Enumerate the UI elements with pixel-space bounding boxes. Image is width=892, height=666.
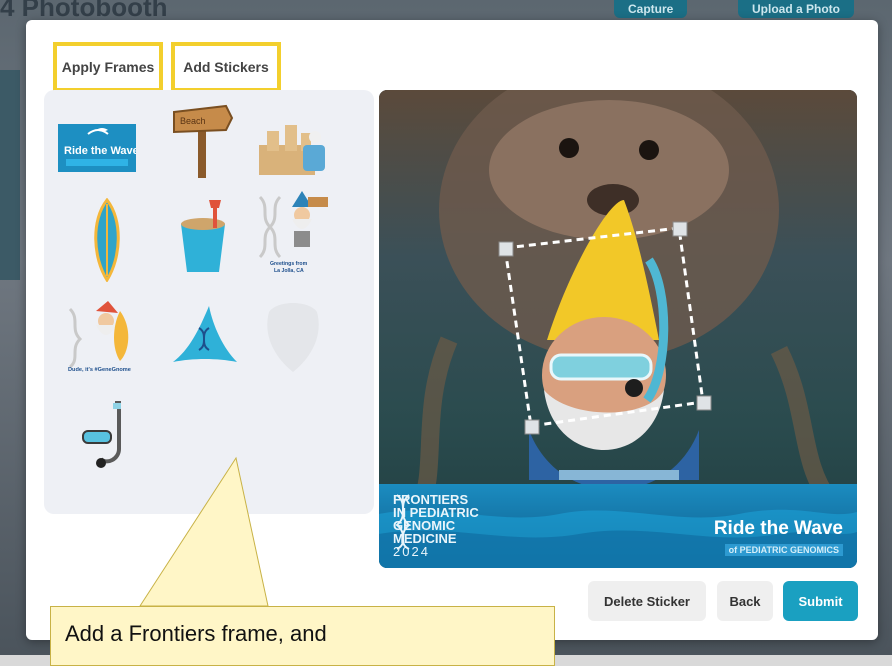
callout-pointer (139, 456, 269, 607)
callout-text: Add a Frontiers frame, and (65, 621, 327, 646)
annotation-callout: Add a Frontiers frame, and (50, 606, 555, 666)
